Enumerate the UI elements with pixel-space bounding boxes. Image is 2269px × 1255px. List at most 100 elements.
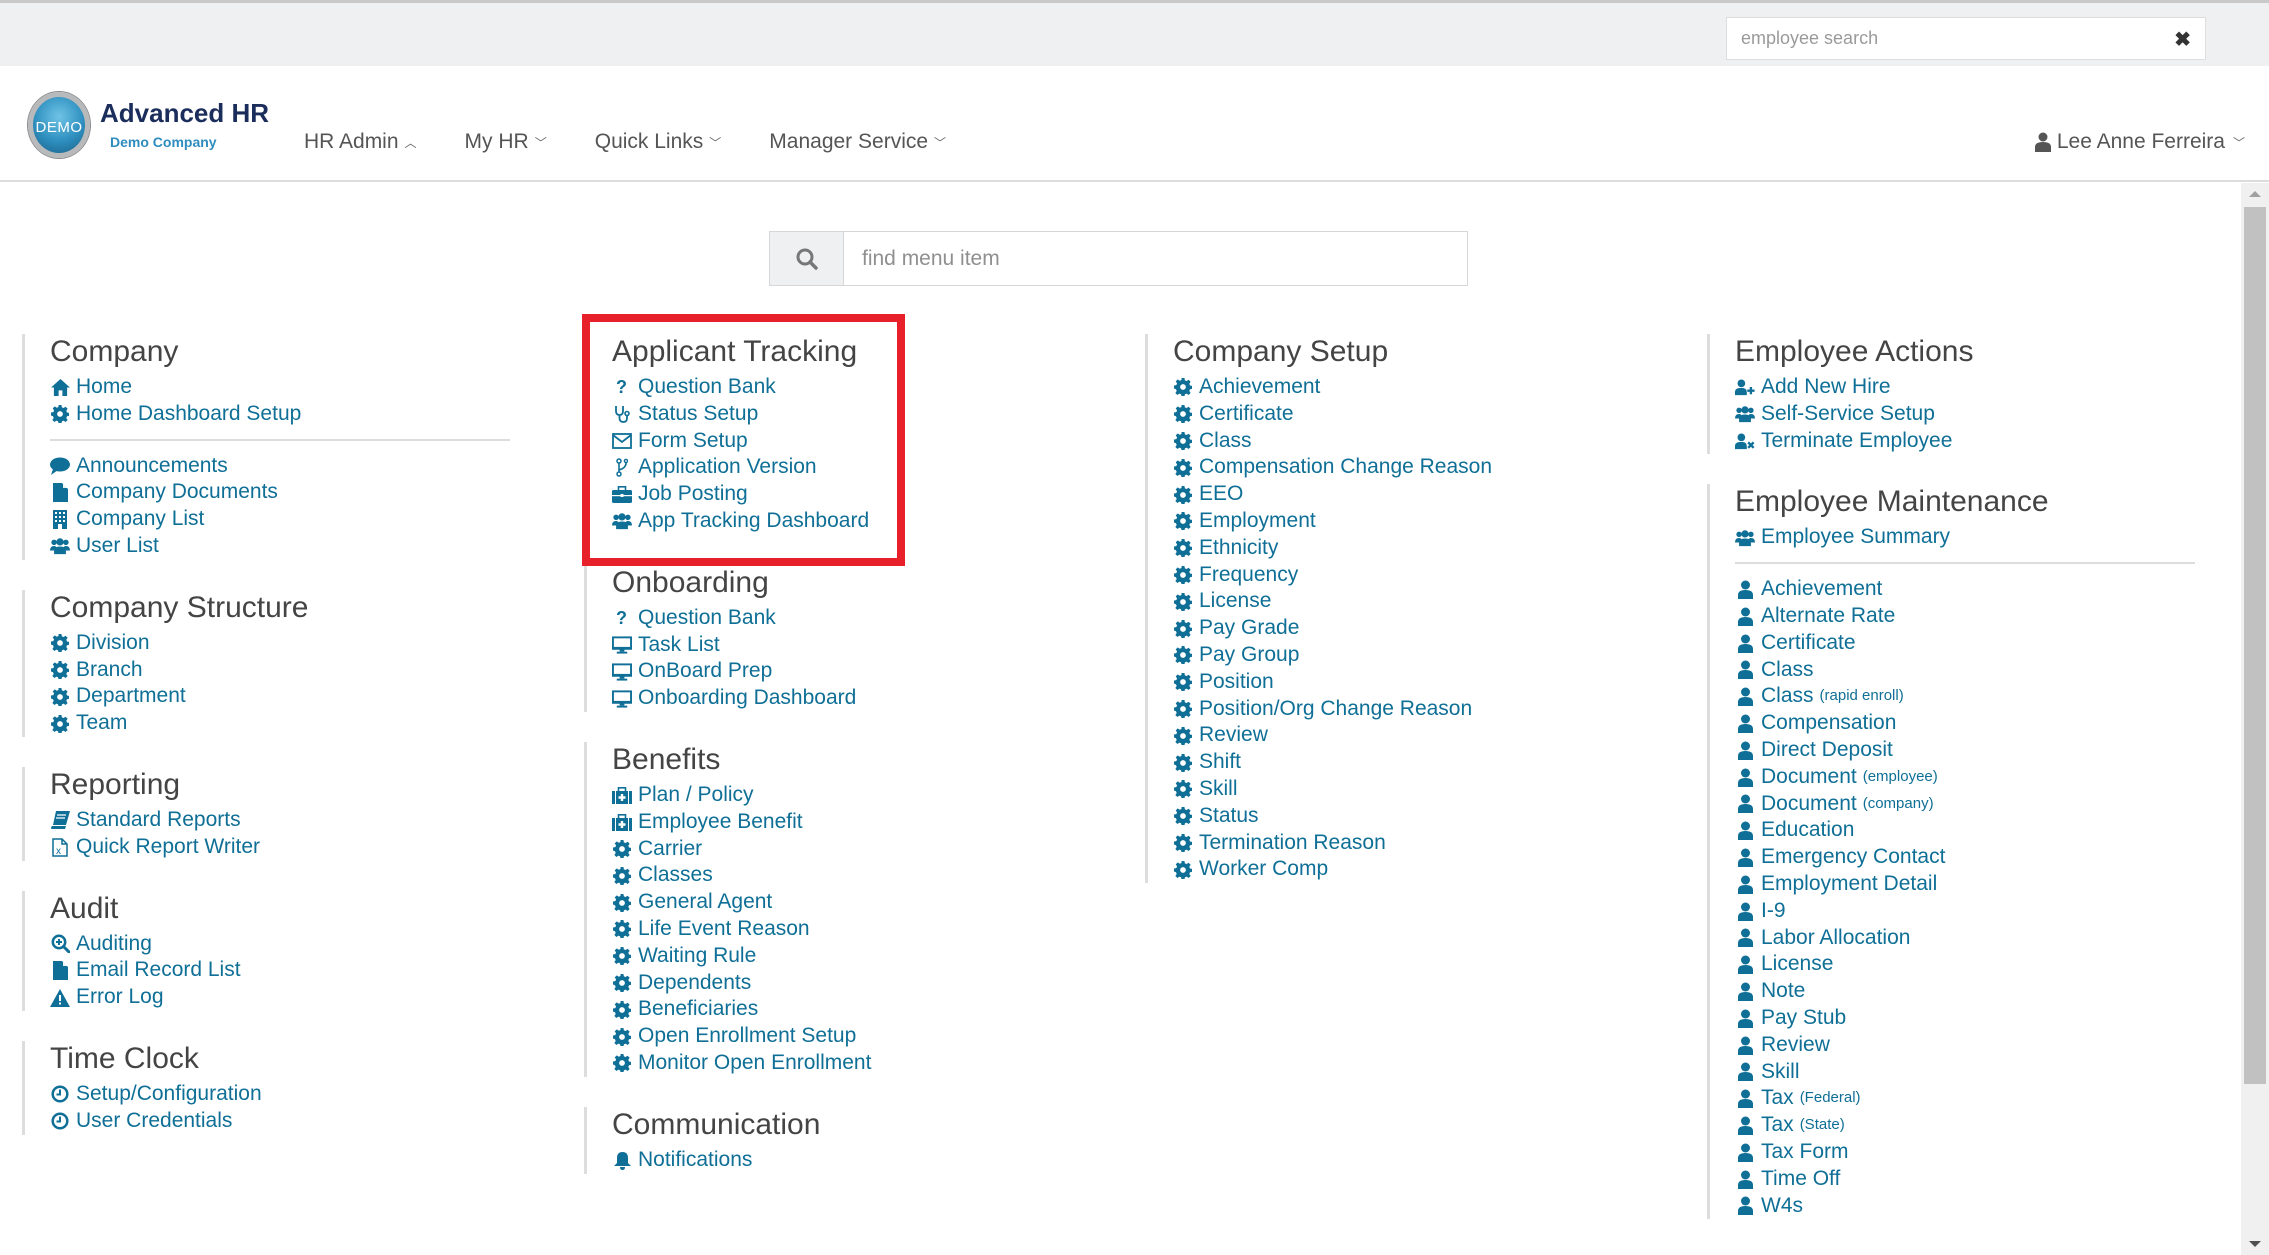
find-menu-input[interactable] — [844, 232, 1467, 285]
menu-item-eeo[interactable]: EEO — [1173, 481, 1685, 508]
employee-search-input[interactable] — [1727, 18, 2147, 59]
menu-item-emergency-contact[interactable]: Emergency Contact — [1735, 844, 2247, 871]
nav-hr-admin[interactable]: HR Admin ︿ — [304, 130, 417, 154]
menu-item-pay-group[interactable]: Pay Group — [1173, 642, 1685, 669]
menu-item-department[interactable]: Department — [50, 683, 562, 710]
menu-item-onboarding-dashboard[interactable]: Onboarding Dashboard — [612, 685, 1124, 712]
menu-item-achievement[interactable]: Achievement — [1735, 576, 2247, 603]
menu-item-document-company[interactable]: Document (company) — [1735, 791, 2247, 818]
menu-item-position-org-change-reason[interactable]: Position/Org Change Reason — [1173, 696, 1685, 723]
menu-item-application-version[interactable]: Application Version — [612, 454, 1124, 481]
menu-item-labor-allocation[interactable]: Labor Allocation — [1735, 925, 2247, 952]
menu-item-shift[interactable]: Shift — [1173, 749, 1685, 776]
menu-item-status[interactable]: Status — [1173, 803, 1685, 830]
menu-item-open-enrollment-setup[interactable]: Open Enrollment Setup — [612, 1023, 1124, 1050]
nav-quick-links[interactable]: Quick Links ﹀ — [595, 130, 722, 154]
menu-item-w4s[interactable]: W4s — [1735, 1193, 2247, 1220]
menu-item-standard-reports[interactable]: Standard Reports — [50, 807, 562, 834]
menu-item-compensation[interactable]: Compensation — [1735, 710, 2247, 737]
menu-item-home-dashboard-setup[interactable]: Home Dashboard Setup — [50, 401, 562, 428]
menu-item-beneficiaries[interactable]: Beneficiaries — [612, 996, 1124, 1023]
menu-item-worker-comp[interactable]: Worker Comp — [1173, 856, 1685, 883]
menu-item-error-log[interactable]: Error Log — [50, 984, 562, 1011]
menu-item-position[interactable]: Position — [1173, 669, 1685, 696]
menu-item-branch[interactable]: Branch — [50, 657, 562, 684]
menu-item-achievement[interactable]: Achievement — [1173, 374, 1685, 401]
menu-item-onboard-prep[interactable]: OnBoard Prep — [612, 658, 1124, 685]
menu-item-skill[interactable]: Skill — [1173, 776, 1685, 803]
clear-search-icon[interactable]: ✖ — [2174, 27, 2191, 52]
menu-item-employee-benefit[interactable]: Employee Benefit — [612, 809, 1124, 836]
menu-item-home[interactable]: Home — [50, 374, 562, 401]
nav-manager-service[interactable]: Manager Service ﹀ — [769, 130, 946, 154]
menu-item-class[interactable]: Class — [1173, 428, 1685, 455]
menu-item-note[interactable]: Note — [1735, 978, 2247, 1005]
menu-item-classes[interactable]: Classes — [612, 862, 1124, 889]
nav-my-hr[interactable]: My HR ﹀ — [465, 130, 547, 154]
menu-item-add-new-hire[interactable]: Add New Hire — [1735, 374, 2247, 401]
menu-item-alternate-rate[interactable]: Alternate Rate — [1735, 603, 2247, 630]
menu-item-question-bank[interactable]: ? Question Bank — [612, 374, 1124, 401]
menu-item-employee-summary[interactable]: Employee Summary — [1735, 524, 2247, 551]
menu-item-app-tracking-dashboard[interactable]: App Tracking Dashboard — [612, 508, 1124, 535]
menu-item-status-setup[interactable]: Status Setup — [612, 401, 1124, 428]
menu-item-ethnicity[interactable]: Ethnicity — [1173, 535, 1685, 562]
menu-item-license[interactable]: License — [1735, 951, 2247, 978]
menu-item-question-bank[interactable]: ? Question Bank — [612, 605, 1124, 632]
menu-item-self-service-setup[interactable]: Self-Service Setup — [1735, 401, 2247, 428]
menu-item-compensation-change-reason[interactable]: Compensation Change Reason — [1173, 454, 1685, 481]
menu-item-waiting-rule[interactable]: Waiting Rule — [612, 943, 1124, 970]
search-icon[interactable] — [770, 232, 844, 285]
menu-item-dependents[interactable]: Dependents — [612, 970, 1124, 997]
menu-item-terminate-employee[interactable]: Terminate Employee — [1735, 428, 2247, 455]
menu-item-pay-grade[interactable]: Pay Grade — [1173, 615, 1685, 642]
menu-item-form-setup[interactable]: Form Setup — [612, 428, 1124, 455]
menu-item-life-event-reason[interactable]: Life Event Reason — [612, 916, 1124, 943]
scroll-up-arrow-icon[interactable] — [2241, 183, 2269, 205]
menu-item-team[interactable]: Team — [50, 710, 562, 737]
menu-item-division[interactable]: Division — [50, 630, 562, 657]
menu-item-pay-stub[interactable]: Pay Stub — [1735, 1005, 2247, 1032]
menu-item-certificate[interactable]: Certificate — [1173, 401, 1685, 428]
menu-item-license[interactable]: License — [1173, 588, 1685, 615]
menu-item-direct-deposit[interactable]: Direct Deposit — [1735, 737, 2247, 764]
menu-item-class-rapid-enroll[interactable]: Class (rapid enroll) — [1735, 683, 2247, 710]
menu-item-tax-state[interactable]: Tax (State) — [1735, 1112, 2247, 1139]
menu-item-task-list[interactable]: Task List — [612, 632, 1124, 659]
menu-item-carrier[interactable]: Carrier — [612, 836, 1124, 863]
menu-item-review[interactable]: Review — [1735, 1032, 2247, 1059]
menu-item-review[interactable]: Review — [1173, 722, 1685, 749]
menu-item-company-documents[interactable]: Company Documents — [50, 479, 562, 506]
menu-item-time-off[interactable]: Time Off — [1735, 1166, 2247, 1193]
scroll-thumb[interactable] — [2244, 207, 2266, 1084]
menu-item-tax-federal[interactable]: Tax (Federal) — [1735, 1085, 2247, 1112]
menu-item-i-9[interactable]: I-9 — [1735, 898, 2247, 925]
menu-item-tax-form[interactable]: Tax Form — [1735, 1139, 2247, 1166]
menu-item-company-list[interactable]: Company List — [50, 506, 562, 533]
menu-item-announcements[interactable]: Announcements — [50, 453, 562, 480]
menu-item-auditing[interactable]: Auditing — [50, 931, 562, 958]
menu-item-job-posting[interactable]: Job Posting — [612, 481, 1124, 508]
menu-item-education[interactable]: Education — [1735, 817, 2247, 844]
menu-item-email-record-list[interactable]: Email Record List — [50, 957, 562, 984]
menu-item-document-employee[interactable]: Document (employee) — [1735, 764, 2247, 791]
menu-item-frequency[interactable]: Frequency — [1173, 562, 1685, 589]
menu-item-setup-configuration[interactable]: Setup/Configuration — [50, 1081, 562, 1108]
menu-item-employment[interactable]: Employment — [1173, 508, 1685, 535]
menu-item-class[interactable]: Class — [1735, 657, 2247, 684]
menu-item-employment-detail[interactable]: Employment Detail — [1735, 871, 2247, 898]
menu-item-skill[interactable]: Skill — [1735, 1059, 2247, 1086]
menu-item-notifications[interactable]: Notifications — [612, 1147, 1124, 1174]
menu-item-user-credentials[interactable]: User Credentials — [50, 1108, 562, 1135]
menu-item-general-agent[interactable]: General Agent — [612, 889, 1124, 916]
scroll-down-arrow-icon[interactable] — [2241, 1233, 2269, 1255]
scrollbar[interactable] — [2241, 183, 2269, 1255]
menu-item-termination-reason[interactable]: Termination Reason — [1173, 830, 1685, 857]
menu-item-certificate[interactable]: Certificate — [1735, 630, 2247, 657]
user-menu[interactable]: Lee Anne Ferreira ﹀ — [2034, 130, 2245, 154]
menu-item-user-list[interactable]: User List — [50, 533, 562, 560]
menu-item-plan-policy[interactable]: Plan / Policy — [612, 782, 1124, 809]
menu-item-quick-report-writer[interactable]: x Quick Report Writer — [50, 834, 562, 861]
logo[interactable]: DEMO Advanced HR Demo Company — [28, 92, 269, 162]
menu-item-monitor-open-enrollment[interactable]: Monitor Open Enrollment — [612, 1050, 1124, 1077]
